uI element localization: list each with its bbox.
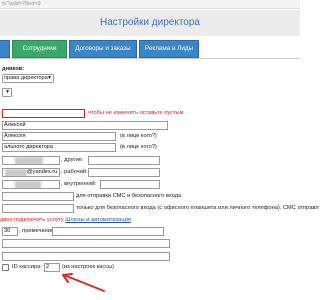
- redacted-email: [5, 169, 27, 176]
- phone-other-field[interactable]: [88, 156, 160, 165]
- settings-form: дников: права директора ▼ ▼ чтобы не изм…: [0, 58, 319, 300]
- email-label: , рабочий:: [61, 169, 88, 175]
- chevron-down-icon: ▼: [47, 75, 52, 81]
- annotation-arrow-icon: [62, 273, 105, 292]
- note-label: , примечания:: [19, 228, 56, 234]
- tab-ads-leads[interactable]: Реклама и Лиды: [139, 40, 199, 58]
- cashier-label: ID кассира:: [12, 264, 42, 270]
- safe-login-label: только для безопасного входа (с офисного…: [76, 205, 319, 211]
- tab-employees[interactable]: Сотрудники: [12, 40, 67, 58]
- cashier-checkbox[interactable]: [2, 264, 9, 271]
- name-genitive-hint: (в лице кого?): [120, 133, 157, 139]
- password-hint: чтобы не изменять оставьте пустым: [88, 110, 184, 116]
- safe-login-field[interactable]: [2, 204, 74, 213]
- url-text: n/?add=78ed=9: [2, 1, 41, 7]
- section-heading: дников:: [2, 66, 25, 72]
- sms-label: для отправки СМС и безопасного входа: [76, 193, 182, 199]
- tab-bar: Сотрудники Договоры и заказы Реклама и Л…: [0, 40, 300, 58]
- password-field[interactable]: [2, 109, 85, 118]
- email-work-field[interactable]: [88, 168, 160, 177]
- note-number-field[interactable]: 30: [2, 227, 18, 236]
- redacted-internal: [15, 181, 41, 188]
- email-value: @yandex.ru: [27, 169, 58, 175]
- position-hint: (в лице кого?): [120, 144, 157, 150]
- note-field[interactable]: [52, 227, 164, 236]
- gateway-automation-link[interactable]: Шлюзы и автоматизация: [65, 217, 131, 223]
- address-bar[interactable]: n/?add=78ed=9: [0, 0, 300, 9]
- redacted-phone: [15, 157, 43, 164]
- internal-phone-field[interactable]: [2, 180, 60, 189]
- page-header: Настройки директора: [0, 10, 300, 36]
- email-field[interactable]: @yandex.ru: [2, 168, 60, 177]
- role-select[interactable]: права директора ▼: [2, 74, 54, 83]
- extra-field-1[interactable]: [2, 239, 170, 248]
- connect-text: двео подключить услугу: [0, 217, 64, 223]
- internal-field[interactable]: [100, 180, 160, 189]
- name-genitive-field[interactable]: Алексея: [2, 132, 116, 141]
- page-title: Настройки директора: [100, 17, 200, 28]
- phone-other-label: , другие:: [61, 157, 84, 163]
- sms-phone-field[interactable]: [2, 192, 74, 201]
- name-field[interactable]: Алексей: [2, 121, 168, 130]
- role-select-value: права директора: [4, 75, 48, 81]
- extra-field-2[interactable]: [2, 252, 170, 261]
- position-field[interactable]: ального директора: [2, 143, 116, 152]
- phone-field[interactable]: [2, 156, 60, 165]
- connect-line: двео подключить услугу Шлюзы и автоматиз…: [0, 216, 131, 225]
- tab-contracts-orders[interactable]: Договоры и заказы: [69, 40, 137, 58]
- internal-label: , внутренний:: [61, 181, 97, 187]
- tab-prev[interactable]: [0, 40, 10, 58]
- chevron-down-icon: ▼: [5, 89, 10, 95]
- role-select-secondary[interactable]: ▼: [2, 88, 12, 97]
